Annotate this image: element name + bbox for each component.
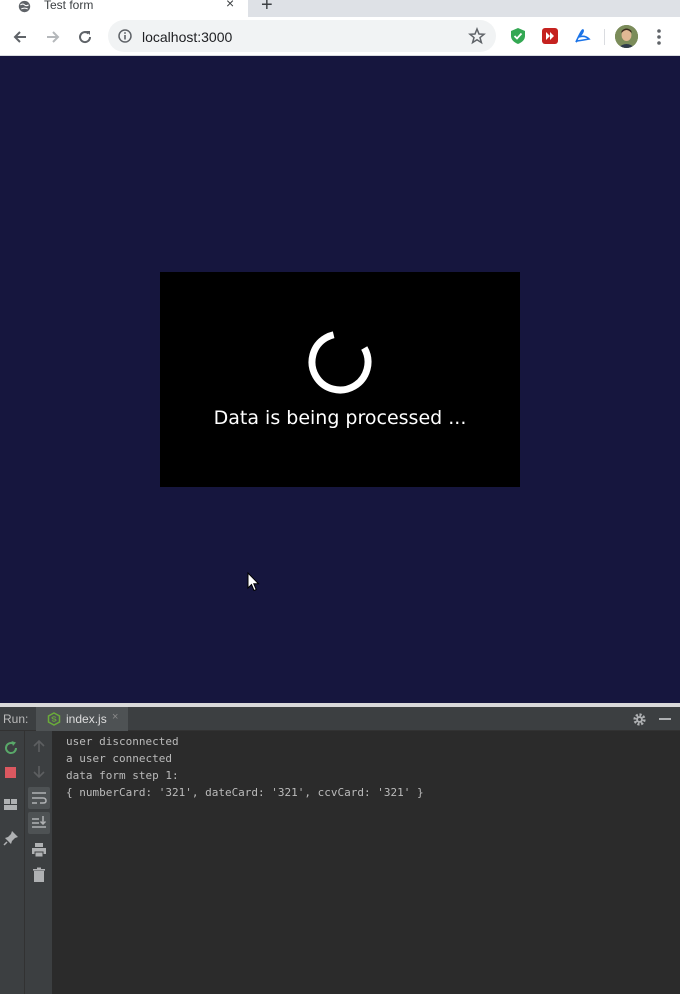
soft-wrap-icon [32,792,47,804]
more-vert-icon[interactable] [651,27,667,47]
shield-icon[interactable] [509,27,527,45]
user-photo-icon [615,25,638,48]
arrow-down-icon[interactable] [31,764,47,780]
globe-icon [18,0,31,13]
console-output[interactable]: user disconnected a user connected data … [54,731,680,994]
gear-icon[interactable] [632,712,647,727]
run-panel-header: Run: index.js × [0,707,680,731]
run-actions-gutter [0,731,25,994]
run-tab-close-button[interactable]: × [112,711,118,723]
processing-message: Data is being processed ... [213,407,467,429]
tab-title: Test form [44,0,94,12]
forward-button[interactable] [41,25,65,49]
console-line: data form step 1: [66,769,179,782]
browser-tab[interactable]: Test form × [0,0,248,17]
soft-wrap-toggle[interactable] [28,787,50,809]
tab-strip: Test form × + [0,0,680,17]
run-label: Run: [3,712,29,726]
minimize-icon[interactable] [659,718,671,720]
processing-modal: Data is being processed ... [160,272,520,487]
loading-spinner-icon [308,330,372,394]
reload-icon [79,31,92,44]
console-line: { numberCard: '321', dateCard: '321', cc… [66,786,424,799]
back-button[interactable] [8,25,32,49]
acrobat-icon[interactable] [573,27,591,45]
console-tools-gutter [25,731,53,994]
media-forward-icon[interactable] [541,27,559,45]
console-line: user disconnected [66,735,179,748]
nodejs-icon [47,712,61,726]
address-bar[interactable]: localhost:3000 [108,20,496,52]
mouse-cursor-icon [247,572,260,592]
reload-button[interactable] [73,25,97,49]
arrow-right-icon [47,31,60,43]
stop-icon[interactable] [3,765,19,781]
scroll-to-end-icon [32,816,47,828]
url-text[interactable]: localhost:3000 [142,29,232,45]
arrow-up-icon[interactable] [31,738,47,754]
trash-icon[interactable] [31,867,47,883]
pin-icon[interactable] [3,830,19,846]
rerun-icon[interactable] [3,740,19,756]
run-tab-index-js[interactable]: index.js × [36,707,128,731]
profile-avatar[interactable] [615,25,638,48]
layout-icon[interactable] [3,797,19,813]
info-icon[interactable] [118,29,132,43]
star-icon[interactable] [468,27,486,45]
scroll-to-end-toggle[interactable] [28,812,50,834]
page-viewport: Data is being processed ... [0,56,680,703]
arrow-left-icon [13,31,26,43]
print-icon[interactable] [31,842,47,858]
new-tab-button[interactable]: + [261,0,273,15]
toolbar-separator [604,29,605,45]
tab-close-button[interactable]: × [226,0,234,10]
browser-toolbar: localhost:3000 [0,17,680,56]
run-tab-label: index.js [66,712,107,726]
console-line: a user connected [66,752,172,765]
